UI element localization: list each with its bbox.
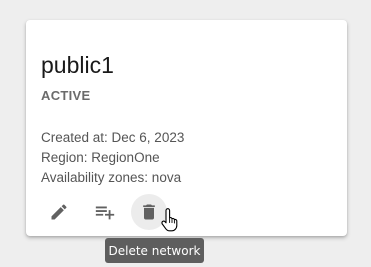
edit-network-button[interactable] [41,194,77,230]
created-at-text: Created at: Dec 6, 2023 [41,130,185,145]
add-subnet-button[interactable] [87,194,123,230]
availability-zones-text: Availability zones: nova [41,170,182,185]
trash-icon [143,204,155,220]
region-text: Region: RegionOne [41,150,160,165]
network-name: public1 [41,52,114,78]
pencil-icon [51,204,67,220]
network-card: public1 ACTIVE Created at: Dec 6, 2023 R… [26,20,347,236]
status-badge: ACTIVE [41,88,91,103]
hand-pointer-cursor-icon [161,208,178,232]
delete-network-tooltip: Delete network [105,238,204,263]
playlist-add-icon [95,206,115,220]
